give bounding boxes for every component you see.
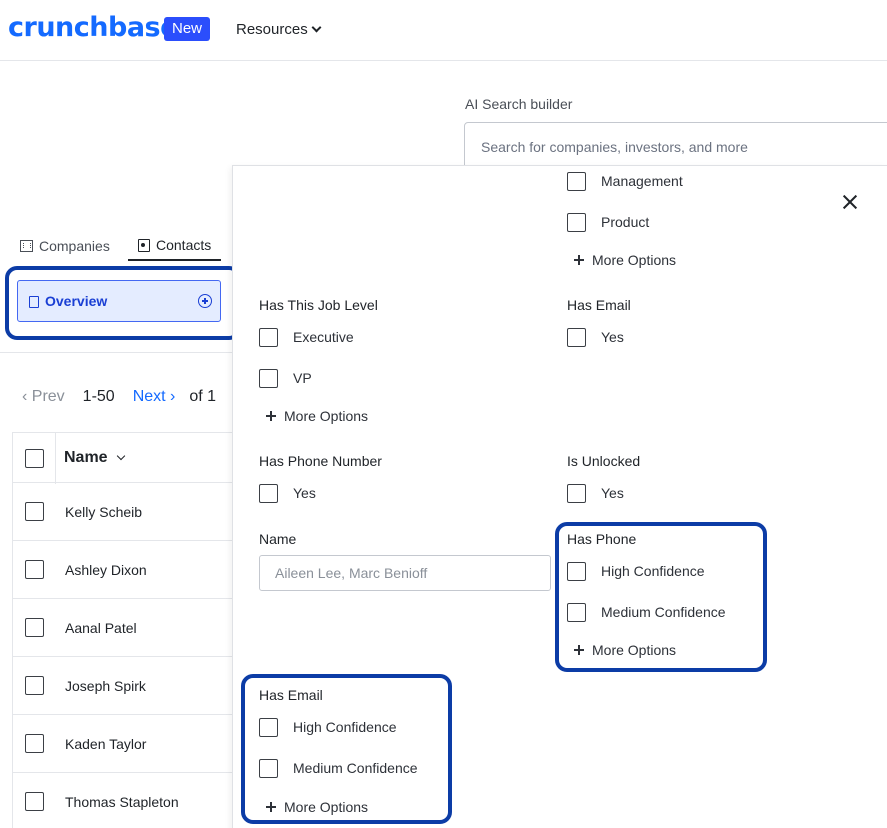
pagination: ‹ Prev 1-50 Next › of 1 — [22, 388, 216, 406]
option-is-unlocked-yes[interactable]: Yes — [601, 485, 624, 501]
table-row[interactable]: Joseph Spirk — [13, 657, 233, 715]
contact-name[interactable]: Ashley Dixon — [65, 562, 147, 578]
checkbox-management[interactable] — [567, 172, 586, 191]
plus-icon — [574, 255, 584, 265]
checkbox-vp[interactable] — [259, 369, 278, 388]
name-filter-title: Name — [259, 531, 297, 547]
has-email-highlight-frame — [241, 674, 452, 824]
select-all-checkbox[interactable] — [25, 449, 44, 468]
document-search-icon — [29, 296, 39, 308]
plus-circle-icon[interactable] — [198, 294, 212, 308]
row-checkbox[interactable] — [25, 676, 44, 695]
name-column-label: Name — [64, 449, 108, 466]
tab-companies[interactable]: Companies — [20, 231, 110, 261]
prev-page-button[interactable]: ‹ Prev — [22, 388, 65, 406]
contact-card-icon — [138, 238, 150, 252]
row-checkbox[interactable] — [25, 792, 44, 811]
resources-label: Resources — [236, 21, 308, 38]
ai-search-placeholder: Search for companies, investors, and mor… — [481, 139, 748, 155]
contact-name[interactable]: Thomas Stapleton — [65, 794, 179, 810]
is-unlocked-title: Is Unlocked — [567, 453, 641, 469]
ai-search-label: AI Search builder — [465, 96, 573, 112]
new-badge: New — [164, 17, 211, 41]
tab-contacts[interactable]: Contacts — [128, 231, 222, 261]
top-nav: crunchbase New Resources — [0, 0, 887, 61]
contact-name[interactable]: Kaden Taylor — [65, 736, 146, 752]
checkbox-product[interactable] — [567, 213, 586, 232]
option-has-phone-number-yes[interactable]: Yes — [293, 485, 316, 501]
checkbox-is-unlocked-yes[interactable] — [567, 484, 586, 503]
table-row[interactable]: Thomas Stapleton — [13, 773, 233, 828]
column-divider — [55, 433, 56, 484]
chevron-down-icon — [116, 451, 125, 461]
app-root: crunchbase New Resources AI Search build… — [0, 0, 887, 828]
name-filter-field[interactable] — [259, 555, 551, 591]
name-column-header[interactable]: Name — [64, 449, 125, 467]
table-header: Name — [13, 432, 233, 484]
name-filter-input[interactable] — [260, 556, 550, 590]
row-checkbox[interactable] — [25, 502, 44, 521]
tab-contacts-label: Contacts — [156, 237, 212, 253]
entity-tabs: Companies Contacts — [0, 231, 240, 261]
has-phone-number-title: Has Phone Number — [259, 453, 382, 469]
page-range: 1-50 — [82, 388, 115, 405]
divider — [0, 352, 232, 353]
table-row[interactable]: Kaden Taylor — [13, 715, 233, 773]
chevron-down-icon — [311, 22, 322, 33]
ai-search-input[interactable]: Search for companies, investors, and mor… — [464, 122, 887, 170]
job-function-more-options[interactable]: More Options — [574, 252, 676, 268]
option-management[interactable]: Management — [601, 173, 683, 189]
row-checkbox[interactable] — [25, 618, 44, 637]
results-table: Name Kelly Scheib Ashley Dixon Aanal Pat… — [12, 432, 233, 828]
contact-name[interactable]: Kelly Scheib — [65, 504, 142, 520]
contact-name[interactable]: Joseph Spirk — [65, 678, 146, 694]
tab-companies-label: Companies — [39, 238, 110, 254]
resources-menu[interactable]: Resources — [236, 21, 322, 38]
overview-label: Overview — [45, 293, 108, 309]
job-level-more-options[interactable]: More Options — [266, 408, 368, 424]
checkbox-has-phone-number-yes[interactable] — [259, 484, 278, 503]
option-vp[interactable]: VP — [293, 370, 312, 386]
page-total: of 1 — [189, 388, 217, 405]
more-options-label: More Options — [592, 252, 677, 268]
option-product[interactable]: Product — [601, 214, 649, 230]
building-icon — [20, 240, 33, 252]
has-phone-highlight-frame — [555, 522, 767, 672]
plus-icon — [266, 411, 276, 421]
job-level-title: Has This Job Level — [259, 297, 378, 313]
checkbox-has-email-yes[interactable] — [567, 328, 586, 347]
close-icon[interactable] — [842, 194, 858, 210]
table-row[interactable]: Kelly Scheib — [13, 483, 233, 541]
overview-button[interactable]: Overview — [17, 280, 221, 322]
option-has-email-yes[interactable]: Yes — [601, 329, 624, 345]
contact-name[interactable]: Aanal Patel — [65, 620, 137, 636]
has-email-title: Has Email — [567, 297, 631, 313]
next-page-button[interactable]: Next › — [133, 388, 176, 406]
row-checkbox[interactable] — [25, 734, 44, 753]
crunchbase-logo[interactable]: crunchbase — [8, 12, 178, 43]
more-options-label: More Options — [284, 408, 369, 424]
checkbox-executive[interactable] — [259, 328, 278, 347]
option-executive[interactable]: Executive — [293, 329, 354, 345]
row-checkbox[interactable] — [25, 560, 44, 579]
table-row[interactable]: Aanal Patel — [13, 599, 233, 657]
table-row[interactable]: Ashley Dixon — [13, 541, 233, 599]
